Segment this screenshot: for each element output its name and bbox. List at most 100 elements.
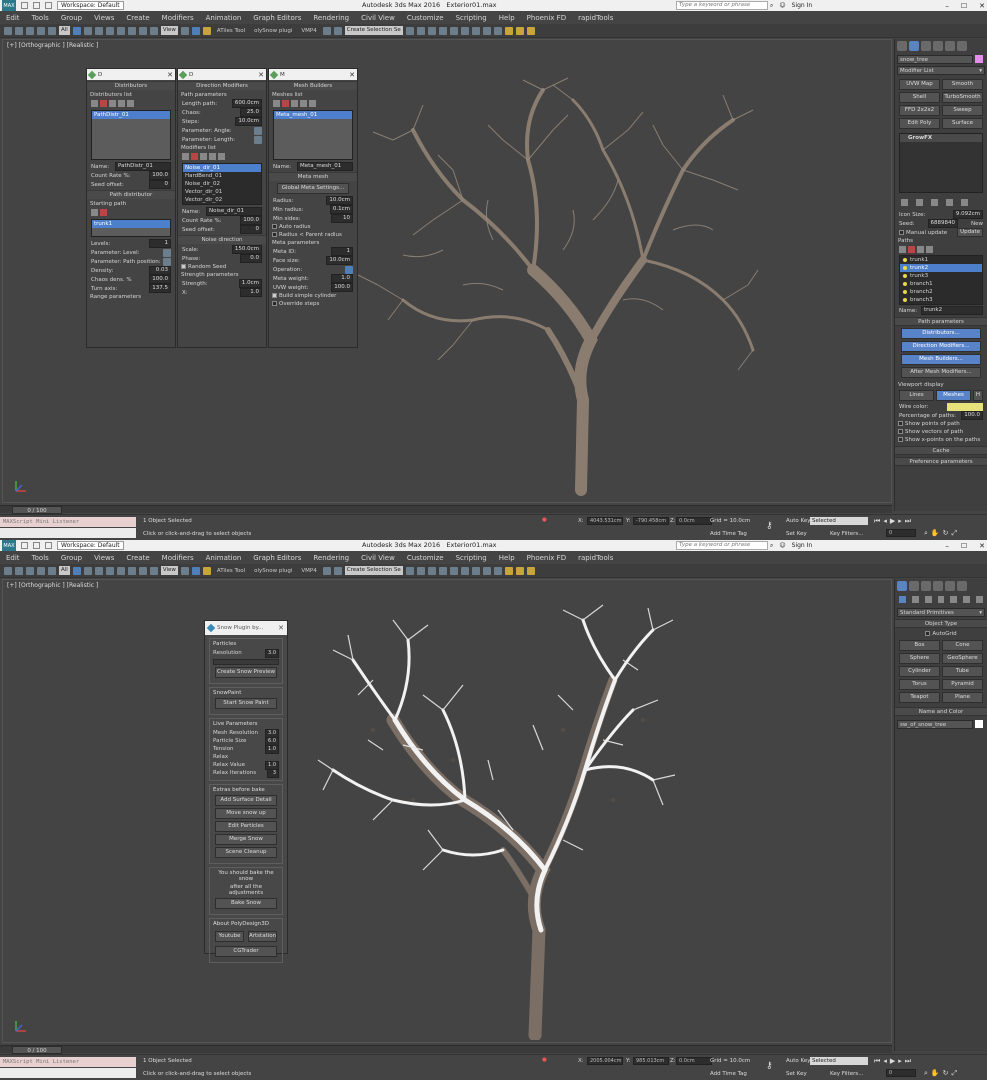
- list-item[interactable]: branch1: [900, 280, 982, 288]
- close-icon[interactable]: ✕: [258, 71, 264, 79]
- direction-modifiers-button[interactable]: Direction Modifiers...: [901, 341, 981, 352]
- surface-button[interactable]: Surface: [942, 118, 983, 129]
- maximize-icon[interactable]: ☐: [961, 542, 967, 550]
- window-titlebar[interactable]: D ✕: [178, 69, 266, 80]
- maxscript-listener[interactable]: MAXScript Mini Listener: [0, 1057, 136, 1067]
- angle-snap-icon[interactable]: [333, 26, 342, 35]
- count-rate-spinner[interactable]: 100.0: [240, 216, 262, 225]
- menu-edit[interactable]: Edit: [0, 14, 26, 22]
- search-icon[interactable]: ⌕: [770, 2, 773, 10]
- edit-particles-button[interactable]: Edit Particles: [215, 821, 277, 832]
- cgtrader-button[interactable]: CGTrader: [215, 946, 277, 957]
- tube-button[interactable]: Tube: [942, 666, 983, 677]
- list-item[interactable]: HardBend_01: [183, 172, 261, 180]
- menu-create[interactable]: Create: [120, 14, 155, 22]
- pan-icon[interactable]: ✋: [931, 1069, 940, 1078]
- autogrid-checkbox[interactable]: AutoGrid: [895, 630, 987, 638]
- light-icon[interactable]: [515, 566, 524, 575]
- delete-icon[interactable]: [191, 153, 198, 160]
- copy-icon[interactable]: [109, 100, 116, 107]
- min-sides-spinner[interactable]: 10: [331, 214, 353, 223]
- path-params-rollout[interactable]: Path parameters: [895, 317, 987, 326]
- copy-icon[interactable]: [917, 246, 924, 253]
- list-item[interactable]: Vector_dir_01: [183, 188, 261, 196]
- sun-icon[interactable]: [526, 26, 535, 35]
- scale-spinner[interactable]: 150.0cm: [231, 245, 262, 254]
- menu-views[interactable]: Views: [88, 554, 120, 562]
- stack-item[interactable]: GrowFX: [900, 134, 982, 142]
- material-editor-icon[interactable]: [471, 26, 480, 35]
- place-icon[interactable]: [149, 566, 158, 575]
- snow-plugin-window[interactable]: Snow Plugin by... ✕ Particles Resolution 3…: [204, 620, 288, 963]
- workspace-dropdown[interactable]: Workspace: Default: [57, 541, 124, 550]
- seed-offset-spinner[interactable]: 0: [149, 180, 171, 189]
- add-icon[interactable]: [273, 100, 280, 107]
- object-name-field[interactable]: snow_tree: [897, 55, 973, 64]
- create-snow-preview-button[interactable]: Create Snow Preview: [215, 667, 277, 678]
- copy-icon[interactable]: [200, 153, 207, 160]
- atiles-tool-label[interactable]: ATiles Tool: [214, 568, 248, 574]
- radius-parent-checkbox[interactable]: Radius < Parent radius: [269, 231, 357, 239]
- delete-icon[interactable]: [100, 100, 107, 107]
- length-spinner[interactable]: 600.0cm: [231, 99, 262, 108]
- viewport-label[interactable]: [+] [Orthographic ] [Realistic ]: [7, 582, 98, 589]
- cameras-icon[interactable]: [937, 596, 945, 603]
- curve-icon[interactable]: [163, 248, 171, 257]
- undo-icon[interactable]: [4, 566, 12, 575]
- sign-in-link[interactable]: Sign In: [792, 542, 813, 549]
- tension-spinner[interactable]: 1.0: [265, 744, 279, 754]
- rollout-distributors[interactable]: Distributors: [87, 81, 175, 90]
- seed-offset-spinner[interactable]: 0: [240, 225, 262, 234]
- maxscript-input[interactable]: [0, 1068, 136, 1078]
- radius-spinner[interactable]: 10.0cm: [326, 196, 353, 205]
- make-unique-icon[interactable]: [931, 199, 938, 206]
- teapot-button[interactable]: Teapot: [899, 692, 940, 703]
- curve-icon[interactable]: [254, 135, 262, 144]
- max-logo-icon[interactable]: MAX: [2, 0, 16, 11]
- pivot-icon[interactable]: [180, 26, 189, 35]
- lock-icon[interactable]: ●: [542, 1057, 547, 1063]
- menu-customize[interactable]: Customize: [401, 554, 450, 562]
- rollout-direction-modifiers[interactable]: Direction Modifiers: [178, 81, 266, 90]
- x-spinner[interactable]: 1.0: [240, 288, 262, 297]
- systems-icon[interactable]: [976, 596, 984, 603]
- search-input[interactable]: Type a keyword or phrase: [676, 1, 768, 10]
- z-coord-field[interactable]: 0.0cm: [676, 1057, 712, 1065]
- paste-icon[interactable]: [300, 100, 307, 107]
- pivot-icon[interactable]: [180, 566, 189, 575]
- plane-button[interactable]: Plane: [942, 692, 983, 703]
- rotate-icon[interactable]: [127, 26, 136, 35]
- pyramid-button[interactable]: Pyramid: [942, 679, 983, 690]
- polysnow-label[interactable]: olySnow plugi: [251, 568, 295, 574]
- mesh-builders-window[interactable]: M ✕ Mesh Builders Meshes list Meta_mesh_0…: [268, 68, 358, 348]
- turbosmooth-button[interactable]: TurboSmooth: [942, 92, 983, 103]
- list-item[interactable]: Noise_dir_02: [183, 180, 261, 188]
- wire-color-swatch[interactable]: [947, 402, 983, 411]
- bind-icon[interactable]: [48, 26, 56, 35]
- go-end-icon[interactable]: ⏭: [905, 517, 911, 526]
- next-frame-icon[interactable]: ▸: [898, 1057, 902, 1066]
- unlink-icon[interactable]: [37, 26, 45, 35]
- max-logo-icon[interactable]: MAX: [2, 540, 16, 551]
- menu-civil-view[interactable]: Civil View: [355, 14, 401, 22]
- set-key-button[interactable]: Set Key: [786, 1071, 807, 1077]
- material-editor-icon[interactable]: [471, 566, 480, 575]
- align-icon[interactable]: [416, 566, 425, 575]
- auto-radius-checkbox[interactable]: Auto radius: [269, 223, 357, 231]
- distributors-button[interactable]: Distributors...: [901, 328, 981, 339]
- steps-spinner[interactable]: 10.0cm: [235, 117, 262, 126]
- show-vectors-checkbox[interactable]: Show vectors of path: [895, 428, 987, 436]
- meta-id-spinner[interactable]: 1: [331, 247, 353, 256]
- smooth-button[interactable]: Smooth: [942, 79, 983, 90]
- time-slider[interactable]: 0 / 100: [12, 1046, 62, 1054]
- menu-phoenix-fd[interactable]: Phoenix FD: [521, 14, 572, 22]
- minimize-icon[interactable]: –: [945, 2, 949, 10]
- union-icon[interactable]: [345, 265, 353, 274]
- select-by-name-icon[interactable]: [83, 566, 92, 575]
- unlink-icon[interactable]: [37, 566, 45, 575]
- snap-icon[interactable]: [322, 26, 331, 35]
- show-points-checkbox[interactable]: Show points of path: [895, 420, 987, 428]
- instance-icon[interactable]: [127, 100, 134, 107]
- polysnow-label[interactable]: olySnow plugi: [251, 28, 295, 34]
- modify-tab-icon[interactable]: [909, 41, 919, 51]
